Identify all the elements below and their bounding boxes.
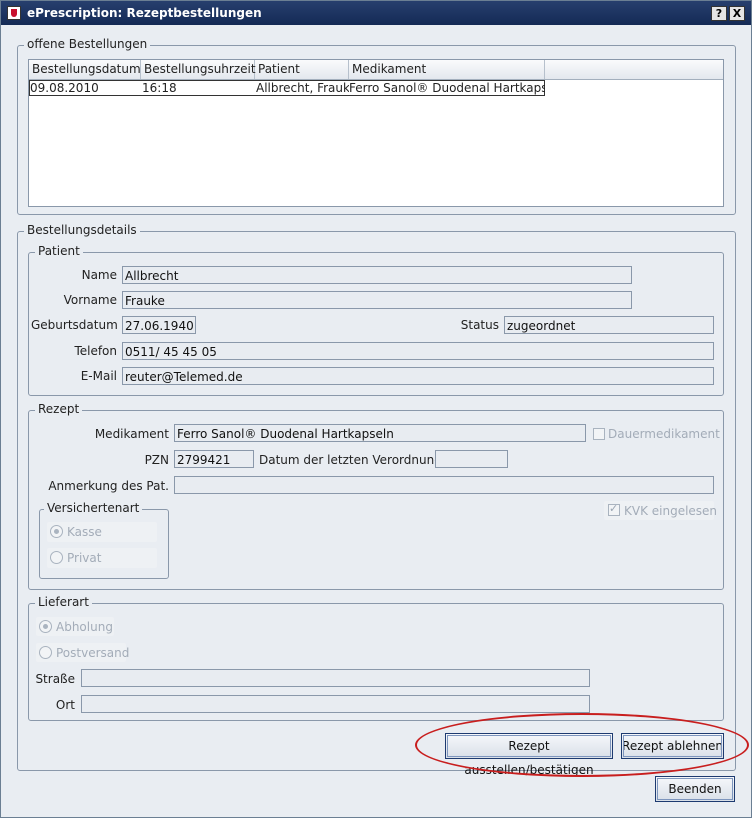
medikament-field[interactable]: Ferro Sanol® Duodenal Hartkapseln [174, 424, 586, 442]
cell-bestellungsdatum: 09.08.2010 [30, 81, 99, 95]
open-orders-title: offene Bestellungen [24, 37, 151, 51]
vorname-field[interactable]: Frauke [122, 291, 632, 309]
window-title: ePrescription: Rezeptbestellungen [27, 6, 262, 20]
telefon-field[interactable]: 0511/ 45 45 05 [122, 342, 714, 360]
dauermedikament-label: Dauermedikament [608, 427, 720, 441]
kvk-checkbox[interactable] [608, 502, 620, 516]
column-patient[interactable]: Patient [255, 60, 349, 79]
strasse-field[interactable] [81, 669, 590, 687]
versichertenart-group: Versichertenart [39, 501, 169, 579]
privat-option[interactable] [47, 548, 157, 568]
cell-patient: Allbrecht, Frauke [256, 81, 349, 95]
column-bestellungsdatum[interactable]: Bestellungsdatum [29, 60, 141, 79]
medikament-label: Medikament [94, 427, 169, 441]
pzn-field[interactable]: 2799421 [174, 450, 254, 468]
versichertenart-title: Versichertenart [44, 501, 143, 515]
strasse-label: Straße [35, 672, 75, 686]
name-field[interactable]: Allbrecht [122, 266, 632, 284]
cell-bestellungsuhrzeit: 16:18 [142, 81, 177, 95]
rezept-group-title: Rezept [35, 402, 83, 416]
app-shield-icon [7, 6, 21, 20]
rezept-ablehnen-button[interactable]: Rezept ablehnen [621, 733, 724, 759]
postversand-label: Postversand [56, 646, 130, 660]
letzte-verordnung-label: Datum der letzten Verordnung [259, 453, 442, 467]
table-row[interactable]: 09.08.2010 16:18 Allbrecht, Frauke Ferro… [29, 80, 545, 96]
kasse-label: Kasse [67, 525, 102, 539]
order-details-title: Bestellungsdetails [24, 223, 140, 237]
anmerkung-field[interactable] [174, 476, 714, 494]
beenden-button[interactable]: Beenden [655, 776, 735, 802]
geburtsdatum-field[interactable]: 27.06.1940 [122, 316, 196, 334]
ort-field[interactable] [81, 695, 590, 713]
status-label: Status [460, 318, 499, 332]
orders-table[interactable]: Bestellungsdatum Bestellungsuhrzeit Pati… [28, 59, 724, 207]
close-button[interactable]: X [729, 6, 745, 21]
abholung-label: Abholung [56, 620, 113, 634]
geburtsdatum-label: Geburtsdatum [31, 318, 118, 332]
help-button[interactable]: ? [711, 6, 727, 21]
privat-radio[interactable] [50, 551, 63, 564]
rezept-ausstellen-button[interactable]: Rezept ausstellen/bestätigen [445, 733, 613, 777]
title-bar[interactable]: ePrescription: Rezeptbestellungen ? X [1, 1, 751, 25]
cell-medikament: Ferro Sanol® Duodenal Hartkapseln [349, 81, 545, 95]
patient-group-title: Patient [35, 244, 83, 258]
column-medikament[interactable]: Medikament [349, 60, 545, 79]
kvk-label: KVK eingelesen [624, 504, 718, 518]
kasse-radio[interactable] [50, 525, 63, 538]
postversand-radio[interactable] [39, 646, 52, 659]
column-bestellungsuhrzeit[interactable]: Bestellungsuhrzeit [141, 60, 256, 79]
telefon-label: Telefon [74, 344, 117, 358]
prescription-window: ePrescription: Rezeptbestellungen ? X of… [0, 0, 752, 818]
abholung-radio[interactable] [39, 620, 52, 633]
privat-label: Privat [67, 551, 102, 565]
vorname-label: Vorname [63, 293, 117, 307]
ort-label: Ort [55, 698, 75, 712]
dauermedikament-checkbox[interactable] [593, 428, 605, 440]
lieferart-group-title: Lieferart [35, 595, 92, 609]
kasse-option[interactable] [47, 522, 157, 542]
status-field[interactable]: zugeordnet [504, 316, 714, 334]
email-label: E-Mail [80, 369, 117, 383]
name-label: Name [81, 268, 117, 282]
orders-table-header: Bestellungsdatum Bestellungsuhrzeit Pati… [29, 60, 723, 80]
email-field[interactable]: reuter@Telemed.de [122, 367, 714, 385]
anmerkung-label: Anmerkung des Pat. [48, 479, 169, 493]
letzte-verordnung-field[interactable] [435, 450, 508, 468]
pzn-label: PZN [144, 453, 169, 467]
